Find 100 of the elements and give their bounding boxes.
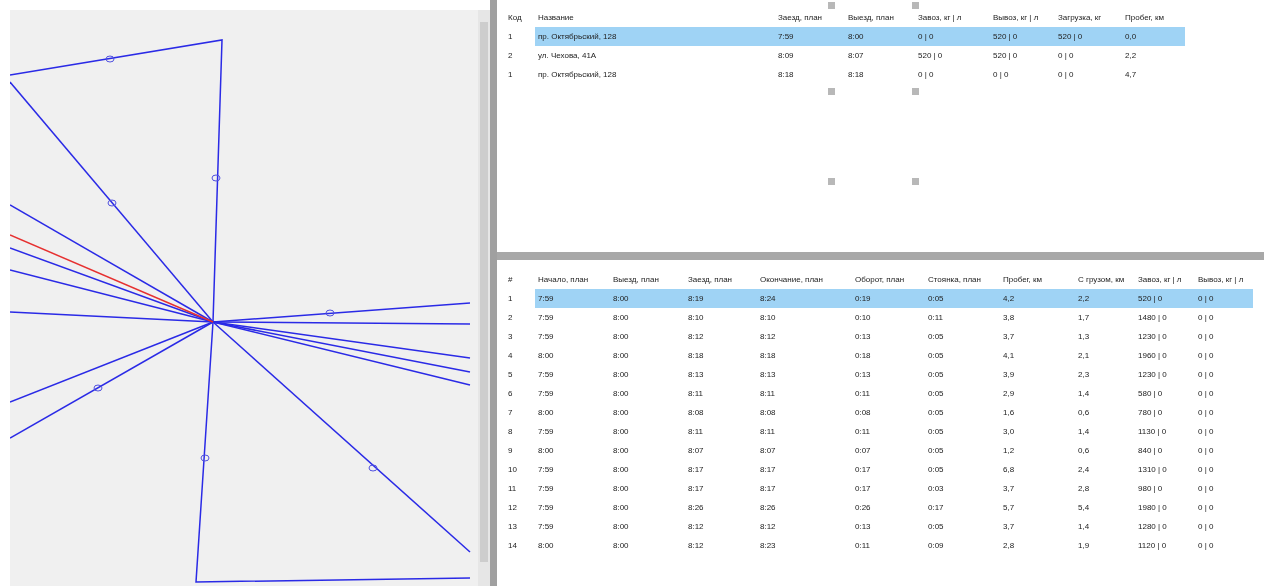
table-cell-text: 8: [507, 425, 514, 438]
table-cell-text: 8:12: [759, 330, 777, 343]
resize-handle[interactable]: [912, 88, 919, 95]
table-cell-text: 0 | 0: [1197, 520, 1215, 533]
table-cell-text: 0:07: [854, 444, 872, 457]
column-header[interactable]: Стоянка, план: [925, 273, 1000, 286]
table-cell-text: 8:10: [759, 311, 777, 324]
column-header[interactable]: Пробег, км: [1122, 11, 1185, 24]
table-cell-text: 5,7: [1002, 501, 1016, 514]
table-cell-text: 980 | 0: [1137, 482, 1164, 495]
table-cell-text: 1480 | 0: [1137, 311, 1168, 324]
table-cell-text: 1,2: [1002, 444, 1016, 457]
table-cell-text: 8:07: [687, 444, 705, 457]
table-cell-text: 8:11: [759, 425, 776, 438]
table-cell-text: 1130 | 0: [1137, 425, 1168, 438]
table-cell-text: 8:00: [537, 406, 555, 419]
resize-handle[interactable]: [912, 178, 919, 185]
resize-handle[interactable]: [828, 178, 835, 185]
table-cell-text: 0 | 0: [1197, 444, 1215, 457]
table-cell-text: 8:18: [777, 68, 795, 81]
scrollbar[interactable]: [478, 10, 490, 586]
table-cell-text: 0 | 0: [1197, 330, 1215, 343]
table-cell-text: 0 | 0: [1197, 482, 1215, 495]
table-cell-text: 8:12: [687, 539, 705, 552]
vertical-splitter[interactable]: [490, 0, 497, 586]
table-cell-text: 0:05: [927, 387, 945, 400]
table-cell-text: 8:17: [759, 482, 777, 495]
table-cell-text: 2,2: [1124, 49, 1138, 62]
table-cell-text: 8:11: [687, 425, 704, 438]
table-cell-text: 6,8: [1002, 463, 1016, 476]
table-cell-text: 0:05: [927, 520, 945, 533]
table-cell-text: 0:17: [927, 501, 945, 514]
table-cell: 7:59: [775, 27, 845, 46]
resize-handle[interactable]: [828, 88, 835, 95]
column-header[interactable]: Код: [505, 11, 535, 24]
table-cell-text: 0 | 0: [1197, 387, 1215, 400]
table-cell-text: 840 | 0: [1137, 444, 1164, 457]
table-cell-text: 8:00: [612, 444, 630, 457]
table-cell-text: 6: [507, 387, 514, 400]
column-header[interactable]: Завоз, кг | л: [915, 11, 990, 24]
table-cell-text: 1980 | 0: [1137, 501, 1168, 514]
table-cell-text: 8:00: [612, 520, 630, 533]
column-header[interactable]: Вывоз, кг | л: [990, 11, 1055, 24]
table-cell-text: 0:05: [927, 444, 945, 457]
column-header[interactable]: #: [505, 273, 535, 286]
table-cell-text: 8:00: [537, 349, 555, 362]
column-header[interactable]: Вывоз, кг | л: [1195, 273, 1253, 286]
table-cell-text: ул. Чехова, 41А: [537, 49, 598, 62]
table-cell-text: 0:13: [854, 520, 872, 533]
table-cell-text: 8:17: [759, 463, 777, 476]
column-header[interactable]: Завоз, кг | л: [1135, 273, 1195, 286]
table-cell-text: 9: [507, 444, 514, 457]
table-cell: 8:19: [685, 289, 757, 308]
table-cell-text: 8:12: [687, 520, 705, 533]
table-cell-text: 8:13: [687, 368, 705, 381]
resize-handle[interactable]: [912, 2, 919, 9]
table-cell-text: 0 | 0: [1197, 368, 1215, 381]
column-header[interactable]: Оборот, план: [852, 273, 925, 286]
table-cell: 0:19: [852, 289, 925, 308]
table-cell-text: 580 | 0: [1137, 387, 1164, 400]
table-cell-text: 0:13: [854, 368, 872, 381]
table-cell-text: 7: [507, 406, 514, 419]
resize-handle[interactable]: [828, 2, 835, 9]
column-header[interactable]: Окончание, план: [757, 273, 852, 286]
table-cell-text: 1,6: [1002, 406, 1016, 419]
table-cell-text: 7:59: [537, 482, 555, 495]
table-cell: 8:00: [610, 289, 685, 308]
table-cell-text: 0 | 0: [1197, 311, 1215, 324]
table-cell-text: 0 | 0: [1197, 349, 1215, 362]
table-cell-text: 8:09: [777, 49, 795, 62]
table-cell-text: 0:05: [927, 349, 945, 362]
column-header[interactable]: Выезд, план: [610, 273, 685, 286]
table-cell-text: 0 | 0: [992, 68, 1010, 81]
column-header[interactable]: Пробег, км: [1000, 273, 1075, 286]
table-cell-text: 3,0: [1002, 425, 1016, 438]
column-header[interactable]: Название: [535, 11, 775, 24]
table-cell-text: 0:10: [854, 311, 872, 324]
table-cell-text: 8:17: [687, 463, 705, 476]
table-cell-text: 0:05: [927, 330, 945, 343]
table-cell-text: 0 | 0: [1197, 539, 1215, 552]
table-cell-text: 2,8: [1002, 539, 1016, 552]
table-cell-text: 3,7: [1002, 520, 1016, 533]
column-header[interactable]: Заезд, план: [685, 273, 757, 286]
column-header[interactable]: Начало, план: [535, 273, 610, 286]
table-cell-text: 8:00: [612, 368, 630, 381]
table-cell-text: 0:11: [854, 539, 871, 552]
column-header[interactable]: Выезд, план: [845, 11, 915, 24]
table-cell-text: 1,4: [1077, 520, 1091, 533]
column-header[interactable]: С грузом, км: [1075, 273, 1135, 286]
table-cell: 0:05: [925, 289, 1000, 308]
column-header[interactable]: Заезд, план: [775, 11, 845, 24]
table-cell-text: 3,7: [1002, 330, 1016, 343]
table-cell: 8:00: [845, 27, 915, 46]
table-cell-text: 780 | 0: [1137, 406, 1164, 419]
horizontal-splitter[interactable]: [497, 252, 1264, 260]
table-cell-text: 8:00: [612, 330, 630, 343]
column-header[interactable]: Загрузка, кг: [1055, 11, 1122, 24]
table-cell-text: 7:59: [537, 368, 555, 381]
table-cell-text: 0:05: [927, 425, 945, 438]
table-cell-text: 1,7: [1077, 311, 1091, 324]
